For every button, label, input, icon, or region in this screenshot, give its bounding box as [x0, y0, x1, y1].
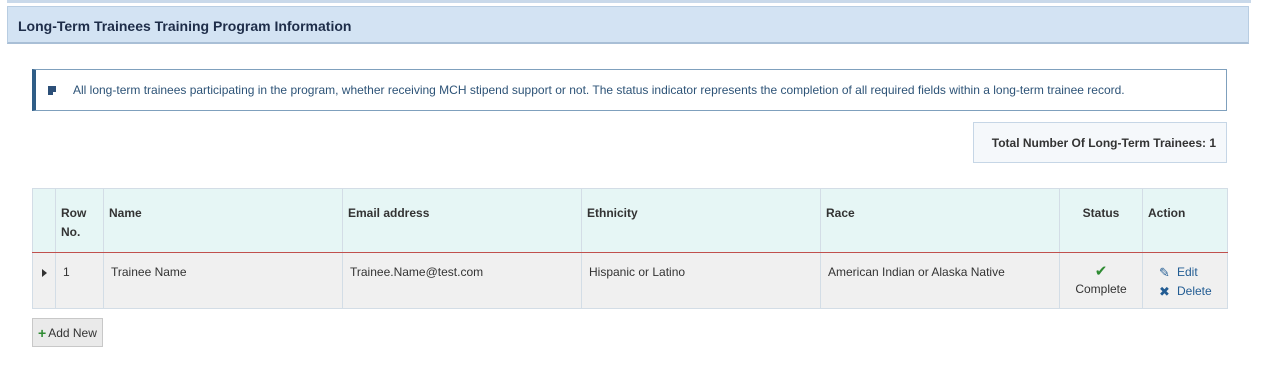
cell-email: Trainee.Name@test.com [342, 252, 582, 309]
caret-right-icon[interactable] [41, 269, 47, 277]
cell-name: Trainee Name [103, 252, 343, 309]
column-header-name[interactable]: Name [103, 188, 343, 253]
column-header-ethnicity[interactable]: Ethnicity [581, 188, 821, 253]
table-row: 1 Trainee Name Trainee.Name@test.com His… [32, 252, 1228, 309]
total-count-label: Total Number Of Long-Term Trainees: 1 [991, 136, 1216, 150]
check-icon: ✔ [1094, 263, 1108, 280]
close-icon: ✖ [1159, 284, 1170, 299]
delete-link[interactable]: ✖ Delete [1159, 282, 1220, 301]
add-new-label: Add New [48, 325, 97, 340]
table-header-row: Row No. Name Email address Ethnicity Rac… [32, 188, 1228, 253]
delete-label: Delete [1177, 284, 1212, 298]
cell-action: ✎ Edit ✖ Delete [1142, 252, 1228, 309]
panel-header: Long-Term Trainees Training Program Info… [7, 6, 1249, 44]
column-header-status[interactable]: Status [1059, 188, 1143, 253]
info-callout: All long-term trainees participating in … [32, 69, 1227, 111]
column-header-row-no[interactable]: Row No. [55, 188, 104, 253]
info-text: All long-term trainees participating in … [73, 83, 1125, 97]
cell-race: American Indian or Alaska Native [820, 252, 1060, 309]
edit-icon: ✎ [1159, 265, 1170, 280]
cell-row-no: 1 [55, 252, 104, 309]
column-header-email[interactable]: Email address [342, 188, 582, 253]
cell-status: ✔ Complete [1059, 252, 1143, 309]
trainees-table: Row No. Name Email address Ethnicity Rac… [32, 188, 1228, 309]
column-header-action: Action [1142, 188, 1228, 253]
panel-title: Long-Term Trainees Training Program Info… [18, 18, 352, 34]
add-new-button[interactable]: + Add New [32, 318, 103, 347]
plus-icon: + [38, 324, 47, 341]
total-count-box: Total Number Of Long-Term Trainees: 1 [973, 122, 1227, 163]
edit-label: Edit [1177, 265, 1198, 279]
top-divider [7, 0, 1251, 3]
note-icon [48, 86, 56, 95]
row-expander[interactable] [32, 252, 56, 309]
edit-link[interactable]: ✎ Edit [1159, 263, 1220, 282]
column-header-race[interactable]: Race [820, 188, 1060, 253]
expander-header [32, 188, 56, 253]
status-text: Complete [1075, 282, 1127, 296]
cell-ethnicity: Hispanic or Latino [581, 252, 821, 309]
